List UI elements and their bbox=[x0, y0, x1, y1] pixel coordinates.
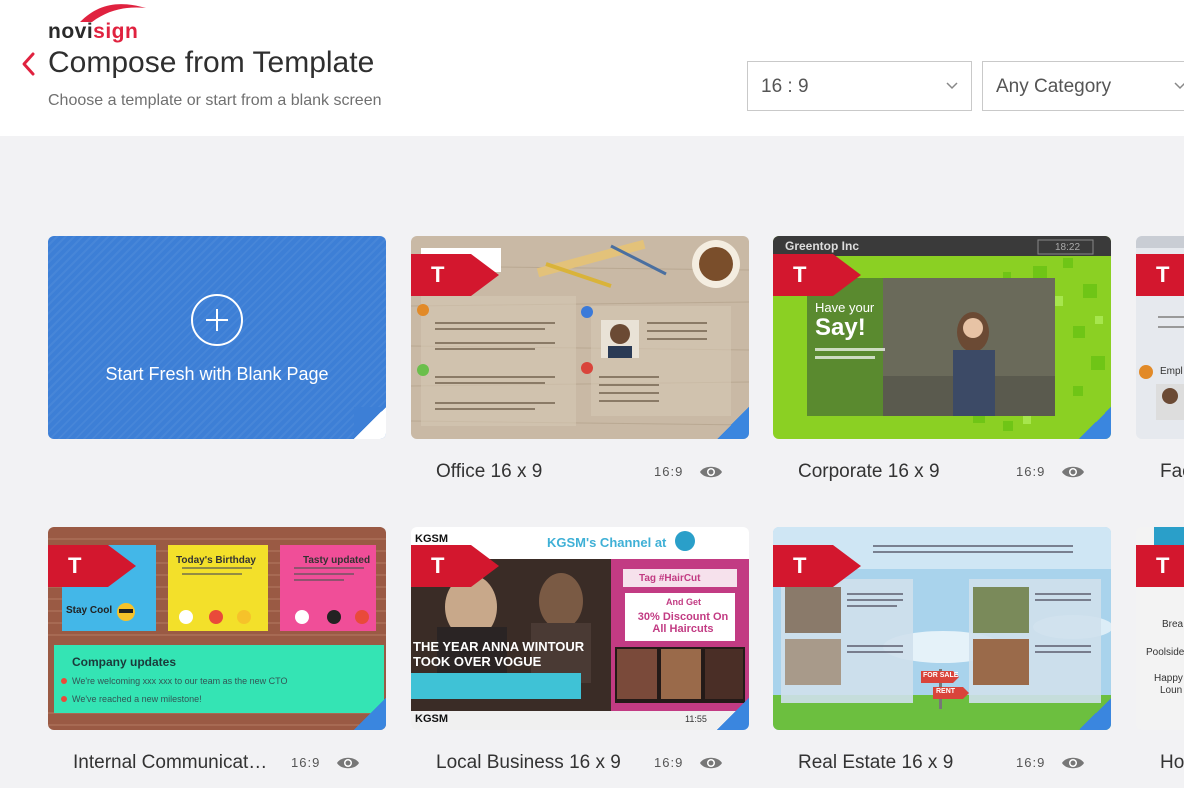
page-fold-icon bbox=[354, 698, 386, 730]
internal-update-1: We're welcoming xxx xxx to our team as t… bbox=[72, 676, 288, 686]
corporate-line1: Have your bbox=[815, 300, 875, 315]
t-ribbon-icon: T bbox=[1136, 545, 1184, 587]
local-headline: THE YEAR ANNA WINTOUR TOOK OVER VOGUE bbox=[413, 639, 585, 669]
chevron-down-icon bbox=[946, 82, 958, 90]
template-card-internal[interactable]: Today's Birthday Tasty updated Stay Cool… bbox=[48, 527, 386, 730]
template-name: Corporate 16 x 9 bbox=[798, 461, 940, 482]
partial-text-poolside: Poolside bbox=[1146, 647, 1184, 658]
template-ratio: 16:9 bbox=[1016, 755, 1046, 770]
blank-page-card[interactable]: Start Fresh with Blank Page bbox=[48, 236, 386, 439]
internal-tasty: Tasty updated bbox=[303, 555, 371, 566]
local-brand: KGSM bbox=[415, 533, 448, 545]
template-card-office[interactable]: T bbox=[411, 236, 749, 439]
template-ratio: 16:9 bbox=[654, 755, 684, 770]
logo-text-b: sign bbox=[93, 20, 139, 43]
page-fold-icon bbox=[1079, 698, 1111, 730]
novisign-logo: novisign bbox=[48, 2, 158, 43]
page-fold-icon bbox=[1079, 407, 1111, 439]
template-card-partial-2[interactable]: Brea Poolside Happy Loun T bbox=[1136, 527, 1184, 730]
t-ribbon-icon: T bbox=[1136, 254, 1184, 296]
ratio-select-value: 16 : 9 bbox=[761, 76, 809, 97]
template-name: Fac bbox=[1160, 461, 1184, 482]
local-tag: Tag #HairCut bbox=[639, 573, 701, 584]
local-channel: KGSM's Channel at bbox=[547, 535, 667, 550]
t-ribbon-icon: T bbox=[773, 545, 861, 587]
partial-text-loun: Loun bbox=[1160, 685, 1183, 696]
corporate-brand: Greentop Inc bbox=[785, 239, 860, 253]
chevron-left-icon bbox=[22, 52, 35, 76]
real-estate-rent: RENT bbox=[936, 688, 956, 695]
local-time: 11:55 bbox=[685, 714, 707, 724]
template-ratio: 16:9 bbox=[291, 755, 321, 770]
eye-icon[interactable] bbox=[699, 755, 723, 771]
t-ribbon-icon: T bbox=[48, 545, 136, 587]
internal-stay-cool: Stay Cool bbox=[66, 605, 113, 616]
page-fold-icon bbox=[717, 698, 749, 730]
template-card-local-business[interactable]: KGSM KGSM's Channel at THE YEAR ANNA WIN… bbox=[411, 527, 749, 730]
blank-page-label: Start Fresh with Blank Page bbox=[105, 364, 329, 384]
page-fold-icon bbox=[717, 407, 749, 439]
internal-birthday: Today's Birthday bbox=[176, 555, 256, 566]
t-ribbon-icon: T bbox=[773, 254, 861, 296]
template-ratio: 16:9 bbox=[654, 464, 684, 479]
template-name: Local Business 16 x 9 bbox=[436, 752, 621, 773]
page-subtitle: Choose a template or start from a blank … bbox=[48, 92, 382, 109]
template-name: Real Estate 16 x 9 bbox=[798, 752, 954, 773]
real-estate-sale: FOR SALE bbox=[923, 672, 959, 679]
t-ribbon-icon: T bbox=[411, 545, 499, 587]
partial-text-happy: Happy bbox=[1154, 673, 1183, 684]
corporate-line2: Say! bbox=[815, 314, 866, 341]
page-fold-icon bbox=[354, 407, 386, 439]
ratio-select[interactable]: 16 : 9 bbox=[747, 61, 972, 111]
template-card-corporate[interactable]: Greentop Inc 18:22 Have your Say! T bbox=[773, 236, 1111, 439]
eye-icon[interactable] bbox=[699, 464, 723, 480]
eye-icon[interactable] bbox=[1061, 755, 1085, 771]
t-ribbon-icon: T bbox=[411, 254, 499, 296]
partial-text-empl: Empl bbox=[1160, 366, 1183, 377]
plus-icon bbox=[191, 294, 243, 346]
category-select[interactable]: Any Category bbox=[982, 61, 1184, 111]
template-name: Ho bbox=[1160, 752, 1184, 773]
local-brand-footer: KGSM bbox=[415, 713, 448, 725]
template-name: Internal Communicat… bbox=[73, 752, 268, 773]
page-title: Compose from Template bbox=[48, 46, 375, 79]
partial-text-brea: Brea bbox=[1162, 619, 1184, 630]
logo-text-a: novi bbox=[48, 20, 94, 43]
template-card-partial-1[interactable]: Empl T bbox=[1136, 236, 1184, 439]
internal-update-2: We've reached a new milestone! bbox=[72, 694, 202, 704]
template-ratio: 16:9 bbox=[1016, 464, 1046, 479]
category-select-value: Any Category bbox=[996, 76, 1112, 97]
corporate-time: 18:22 bbox=[1055, 242, 1081, 253]
template-card-real-estate[interactable]: FOR SALE RENT T bbox=[773, 527, 1111, 730]
internal-company-updates: Company updates bbox=[72, 655, 177, 669]
page-header: novisign Compose from Template Choose a … bbox=[0, 0, 1184, 136]
chevron-down-icon bbox=[1174, 82, 1184, 90]
template-name: Office 16 x 9 bbox=[436, 461, 543, 482]
eye-icon[interactable] bbox=[1061, 464, 1085, 480]
logo-text: novisign bbox=[48, 20, 138, 44]
eye-icon[interactable] bbox=[336, 755, 360, 771]
back-button[interactable] bbox=[20, 50, 40, 80]
local-offer: 30% Discount On All Haircuts bbox=[637, 611, 729, 635]
local-and-get: And Get bbox=[666, 597, 701, 607]
